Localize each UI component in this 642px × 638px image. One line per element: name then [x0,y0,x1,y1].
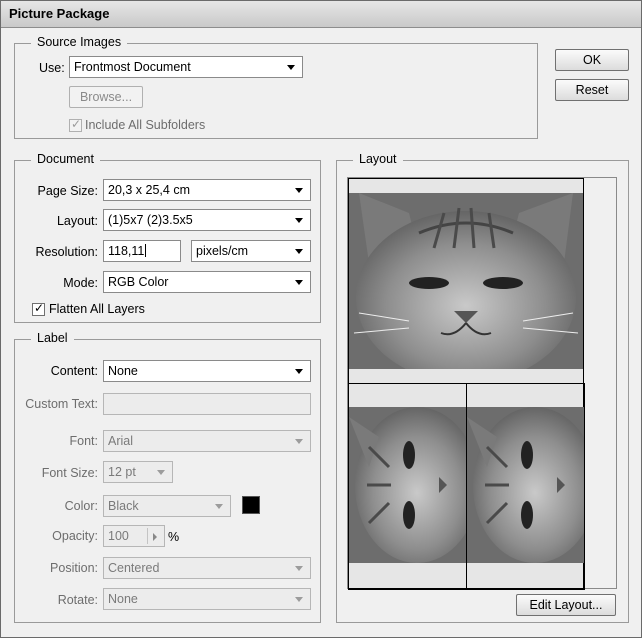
color-swatch[interactable] [242,496,260,514]
opacity-input[interactable]: 100 [103,525,165,547]
cat-face-image-rotated [467,407,584,563]
source-images-legend: Source Images [31,35,128,49]
include-subfolders-label: Include All Subfolders [85,118,206,132]
content-value: None [108,364,138,378]
document-legend: Document [31,152,100,166]
picture-package-dialog: Picture Package OK Reset Source Images U… [0,0,642,638]
font-size-label: Font Size: [41,466,98,480]
use-value: Frontmost Document [74,60,191,74]
cat-photo-small-left [349,407,466,563]
page-size-dropdown[interactable]: 20,3 x 25,4 cm [103,179,311,201]
checkmark-icon: ✓ [34,301,45,315]
flatten-layers-checkbox[interactable]: ✓ [32,301,45,316]
position-value: Centered [108,561,160,575]
text-caret [145,244,147,257]
label-group: Label Content: None Custom Text: Font: A… [14,331,321,623]
cat-face-image-rotated [349,407,466,563]
window-title: Picture Package [9,6,110,21]
cat-face-image [349,193,583,369]
layout-preview [347,177,617,590]
ok-button[interactable]: OK [555,49,629,71]
layout-label: Layout: [56,214,98,228]
font-label: Font: [69,434,99,448]
content-label: Content: [50,364,98,378]
edit-layout-button-label: Edit Layout... [529,598,603,612]
use-label: Use: [39,61,65,75]
mode-value: RGB Color [108,275,169,289]
color-label: Color: [64,499,98,513]
use-dropdown[interactable]: Frontmost Document [69,56,303,78]
custom-text-input[interactable] [103,393,311,415]
layout-dropdown[interactable]: (1)5x7 (2)3.5x5 [103,209,311,231]
opacity-value: 100 [108,529,129,543]
chevron-down-icon [291,213,307,227]
package-sheet [348,178,585,590]
chevron-down-icon [291,561,307,575]
resolution-value: 118,11 [108,244,145,258]
cat-photo-small-right [467,407,584,563]
cat-photo-large [349,193,583,369]
document-group: Document Page Size: 20,3 x 25,4 cm Layou… [14,152,321,323]
content-dropdown[interactable]: None [103,360,311,382]
opacity-label: Opacity: [52,529,98,543]
chevron-down-icon [291,244,307,258]
resolution-unit-dropdown[interactable]: pixels/cm [191,240,311,262]
source-images-group: Source Images Use: Frontmost Document Br… [14,35,538,139]
browse-button[interactable]: Browse... [69,86,143,108]
chevron-down-icon [153,465,169,479]
font-dropdown[interactable]: Arial [103,430,311,452]
position-label: Position: [50,561,98,575]
layout-value: (1)5x7 (2)3.5x5 [108,213,193,227]
resolution-input[interactable]: 118,11 [103,240,181,262]
label-legend: Label [31,331,74,345]
font-size-dropdown[interactable]: 12 pt [103,461,173,483]
layout-legend: Layout [353,152,403,166]
rotate-dropdown[interactable]: None [103,588,311,610]
chevron-down-icon [291,364,307,378]
opacity-unit: % [168,530,180,544]
chevron-down-icon [291,275,307,289]
color-dropdown[interactable]: Black [103,495,231,517]
browse-button-label: Browse... [79,90,133,104]
page-size-label: Page Size: [37,184,98,198]
resolution-label: Resolution: [35,245,98,259]
chevron-down-icon [283,60,299,74]
chevron-down-icon [291,434,307,448]
mode-label: Mode: [63,276,98,290]
chevron-down-icon [291,592,307,606]
flatten-layers-label: Flatten All Layers [49,302,145,316]
chevron-down-icon [211,499,227,513]
font-size-value: 12 pt [108,465,136,479]
reset-button[interactable]: Reset [555,79,629,101]
color-value: Black [108,499,139,513]
chevron-down-icon [291,183,307,197]
font-value: Arial [108,434,134,448]
reset-button-label: Reset [575,83,609,97]
checkmark-icon: ✓ [71,117,82,131]
title-bar: Picture Package [1,1,641,28]
resolution-unit-value: pixels/cm [196,244,249,258]
page-size-value: 20,3 x 25,4 cm [108,183,190,197]
mode-dropdown[interactable]: RGB Color [103,271,311,293]
rotate-value: None [108,592,138,606]
layout-group: Layout Edit Layout... [336,152,629,623]
ok-button-label: OK [582,53,602,67]
rotate-label: Rotate: [57,593,98,607]
custom-text-label: Custom Text: [25,397,98,411]
edit-layout-button[interactable]: Edit Layout... [516,594,616,616]
position-dropdown[interactable]: Centered [103,557,311,579]
include-subfolders-checkbox[interactable]: ✓ [69,117,82,132]
chevron-right-icon[interactable] [147,528,162,544]
